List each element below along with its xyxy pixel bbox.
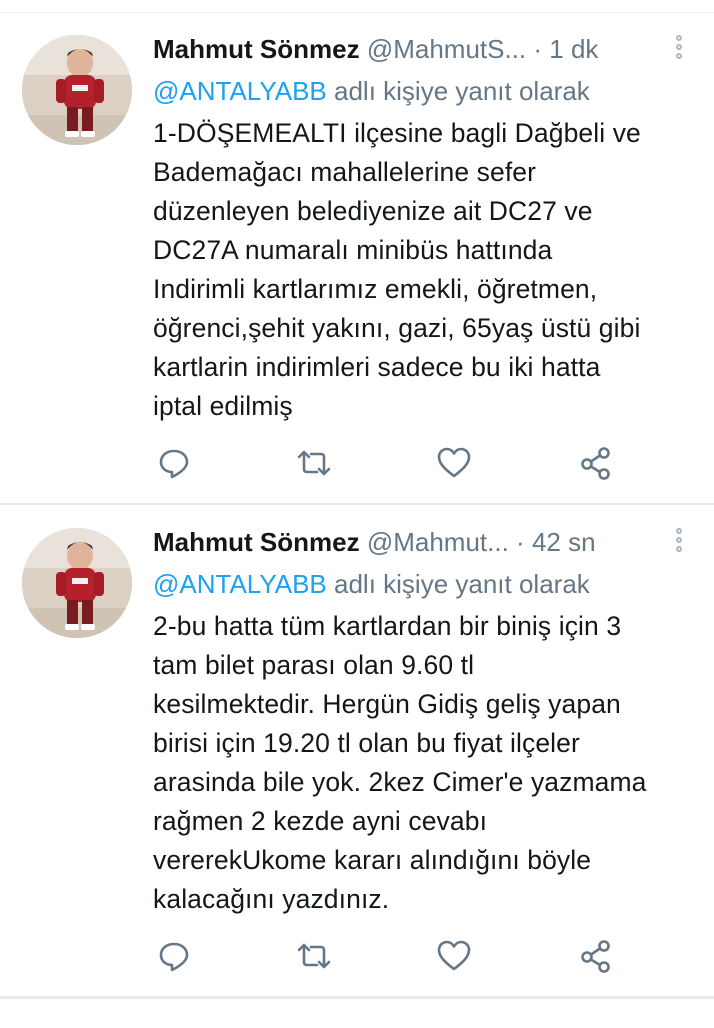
user-handle[interactable]: @Mahmut... (367, 527, 509, 557)
avatar[interactable] (22, 35, 132, 145)
more-options-icon[interactable] (672, 528, 686, 562)
reply-context-label: adlı kişiye yanıt olarak (326, 76, 590, 106)
tweet-divider (0, 503, 714, 505)
separator-dot: · (533, 34, 543, 64)
tweet-text: 2-bu hatta tüm kartlardan bir biniş için… (153, 611, 647, 914)
share-icon[interactable] (576, 443, 616, 483)
tweet[interactable]: Mahmut Sönmez @MahmutS... · 1 dk @ANTALY… (0, 13, 714, 503)
reply-mention-link[interactable]: @ANTALYABB (153, 569, 327, 599)
reply-icon[interactable] (154, 936, 194, 976)
like-icon[interactable] (434, 936, 474, 976)
avatar-image (22, 528, 132, 638)
timestamp[interactable]: 1 dk (549, 34, 598, 64)
reply-context-label: adlı kişiye yanıt olarak (326, 569, 590, 599)
reply-context: @ANTALYABB adlı kişiye yanıt olarak (153, 73, 590, 109)
tweet-text: 1-DÖŞEMEALTI ilçesine bagli Dağbeli ve B… (153, 118, 641, 421)
tweet-header: Mahmut Sönmez @Mahmut... · 42 sn (153, 524, 684, 560)
like-icon[interactable] (434, 443, 474, 483)
bottom-divider (0, 996, 714, 999)
tweet-actions (150, 443, 630, 487)
tweet-header: Mahmut Sönmez @MahmutS... · 1 dk (153, 31, 684, 67)
tweet[interactable]: Mahmut Sönmez @Mahmut... · 42 sn @ANTALY… (0, 506, 714, 996)
timestamp[interactable]: 42 sn (532, 527, 596, 557)
reply-context: @ANTALYABB adlı kişiye yanıt olarak (153, 566, 590, 602)
share-icon[interactable] (576, 936, 616, 976)
more-options-icon[interactable] (672, 35, 686, 69)
tweet-actions (150, 936, 630, 980)
user-handle[interactable]: @MahmutS... (367, 34, 526, 64)
user-name[interactable]: Mahmut Sönmez (153, 34, 360, 64)
avatar[interactable] (22, 528, 132, 638)
reply-icon[interactable] (154, 443, 194, 483)
retweet-icon[interactable] (294, 936, 334, 976)
reply-mention-link[interactable]: @ANTALYABB (153, 76, 327, 106)
user-name[interactable]: Mahmut Sönmez (153, 527, 360, 557)
retweet-icon[interactable] (294, 443, 334, 483)
separator-dot: · (516, 527, 525, 557)
avatar-image (22, 35, 132, 145)
